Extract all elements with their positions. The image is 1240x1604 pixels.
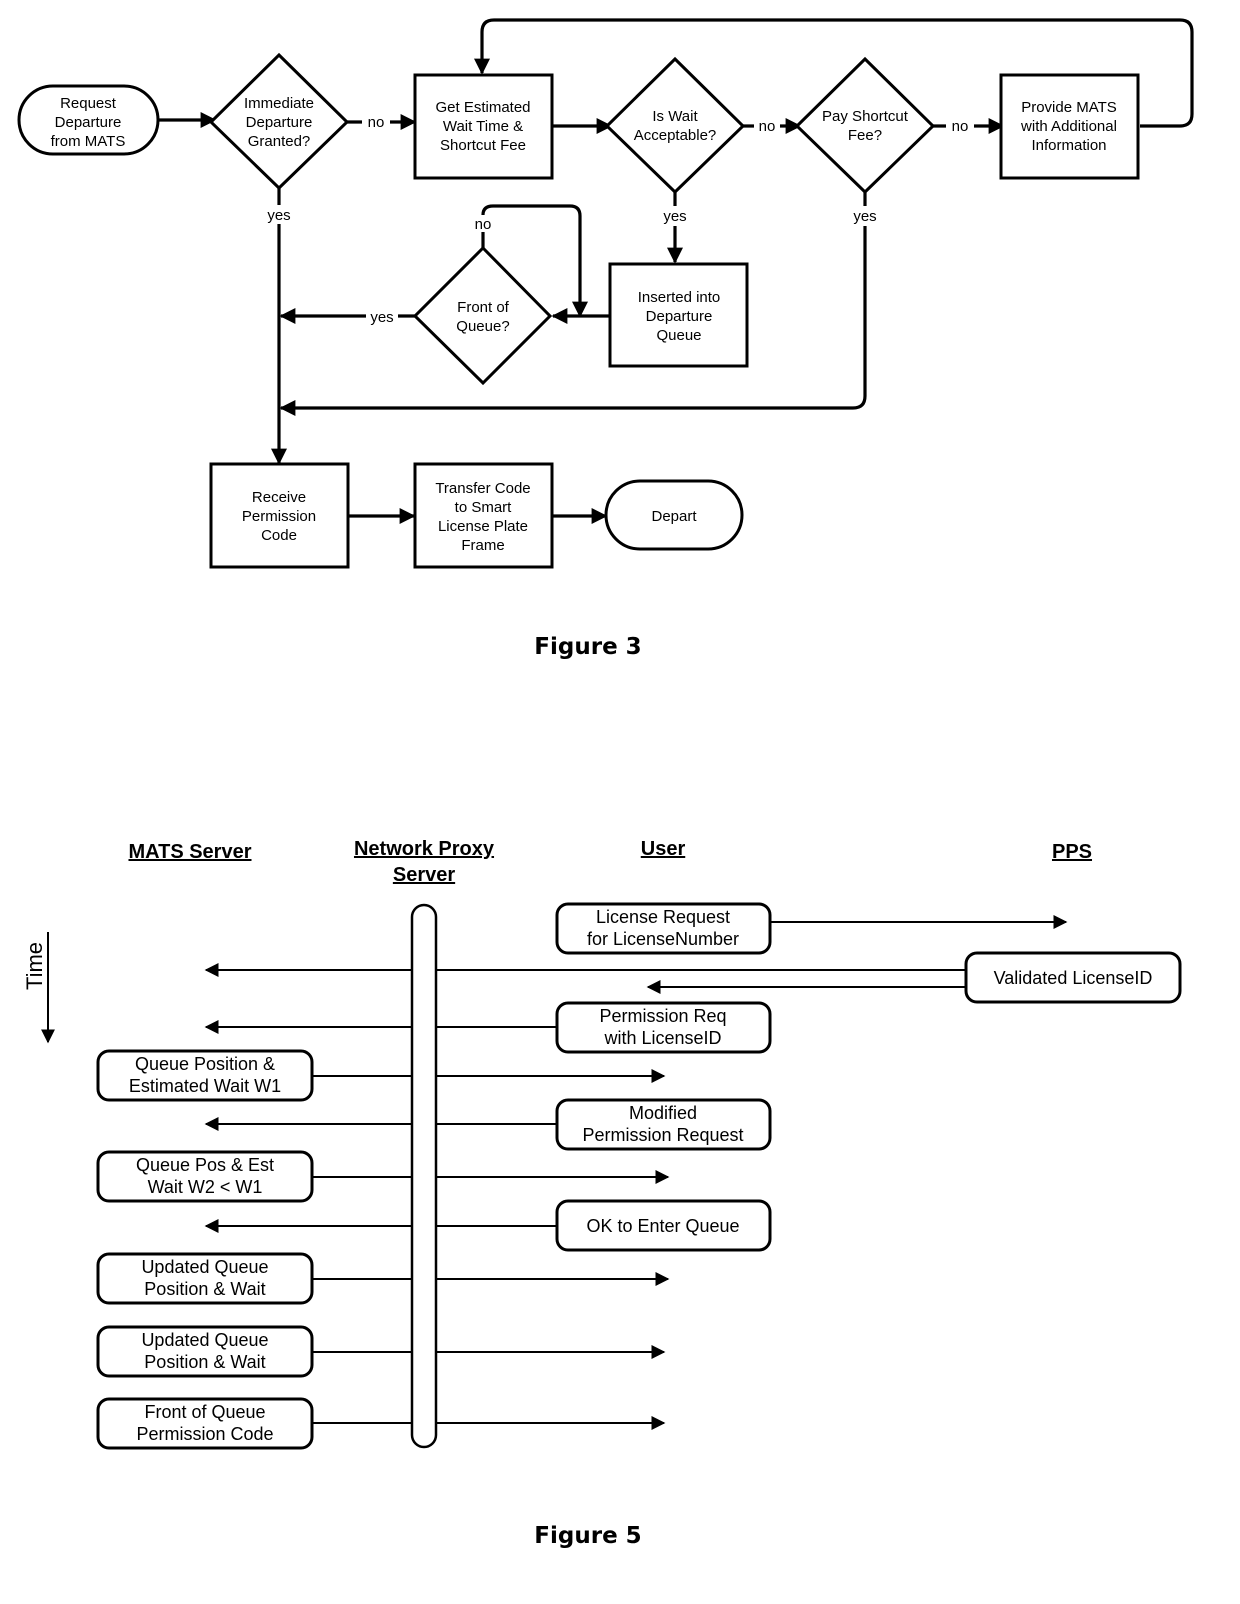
lane-header-pps: PPS bbox=[1052, 841, 1092, 863]
proxy-lifeline bbox=[410, 903, 438, 1449]
time-label: Time bbox=[22, 942, 47, 990]
msg-permission-req: Permission Req with LicenseID bbox=[555, 1001, 772, 1054]
figure-3-caption: Figure 3 bbox=[534, 634, 641, 660]
node-get-estimated-wait: Get Estimated Wait Time & Shortcut Fee bbox=[413, 73, 554, 180]
msg-queue-position-w2: Queue Pos & Est Wait W2 < W1 bbox=[96, 1150, 314, 1203]
label-wait-no: no bbox=[759, 118, 776, 135]
label-pay-yes: yes bbox=[853, 208, 876, 225]
node-depart: Depart bbox=[604, 479, 744, 551]
msg-modified-permission: Modified Permission Request bbox=[555, 1098, 772, 1151]
node-receive-permission-code: Receive Permission Code bbox=[209, 462, 350, 569]
label-front-yes: yes bbox=[370, 309, 393, 326]
figure-5-caption: Figure 5 bbox=[534, 1523, 641, 1549]
svg-text:Provide MATSwith AdditionalInf: Provide MATS with Additional Information bbox=[1020, 99, 1117, 154]
node-provide-mats-info: Provide MATS with Additional Information bbox=[999, 73, 1140, 180]
node-transfer-code: Transfer Code to Smart License Plate Frame bbox=[413, 462, 554, 569]
patent-figures: Request Departure from MATS Immediate Depar… bbox=[17, 18, 1194, 1549]
label-wait-yes: yes bbox=[663, 208, 686, 225]
svg-text:RequestDeparturefrom MATS: Request Departure from MATS bbox=[51, 95, 126, 150]
time-axis: Time bbox=[22, 932, 55, 1044]
node-wait-acceptable-decision: Is Wait Acceptable? bbox=[604, 56, 746, 195]
msg-queue-position-w1: Queue Position & Estimated Wait W1 bbox=[96, 1049, 314, 1102]
lane-header-user: User bbox=[641, 838, 686, 860]
label-pay-no: no bbox=[952, 118, 969, 135]
svg-text:Get EstimatedWait Time &Shortc: Get Estimated Wait Time & Shortcut Fee bbox=[435, 99, 530, 154]
svg-text:Depart: Depart bbox=[651, 508, 697, 525]
figure-3-flowchart: Request Departure from MATS Immediate Depar… bbox=[17, 18, 1194, 660]
msg-updated-queue-2: Updated Queue Position & Wait bbox=[96, 1325, 314, 1378]
label-front-no: no bbox=[475, 216, 492, 233]
msg-license-request: License Request for LicenseNumber bbox=[555, 902, 772, 955]
edge-pay-yes bbox=[281, 192, 867, 408]
svg-text:ImmediateDepartureGranted?: Immediate Departure Granted? bbox=[244, 95, 314, 150]
msg-updated-queue-1: Updated Queue Position & Wait bbox=[96, 1252, 314, 1305]
svg-text:OK to Enter Queue: OK to Enter Queue bbox=[586, 1216, 739, 1236]
node-front-of-queue-decision: Front of Queue? bbox=[412, 245, 553, 386]
lane-header-mats-server: MATS Server bbox=[128, 841, 251, 863]
node-pay-shortcut-decision: Pay Shortcut Fee? bbox=[794, 56, 936, 195]
msg-ok-enter-queue: OK to Enter Queue bbox=[555, 1199, 772, 1252]
node-immediate-departure-decision: Immediate Departure Granted? bbox=[208, 52, 350, 191]
svg-text:Validated LicenseID: Validated LicenseID bbox=[994, 968, 1153, 988]
node-inserted-into-queue: Inserted into Departure Queue bbox=[608, 262, 749, 368]
lane-header-network-proxy: Network Proxy Server bbox=[354, 838, 495, 886]
msg-front-of-queue-code: Front of Queue Permission Code bbox=[96, 1397, 314, 1450]
msg-validated-licenseid: Validated LicenseID bbox=[964, 951, 1182, 1004]
message-arrows bbox=[204, 915, 1068, 1430]
node-request-departure: Request Departure from MATS bbox=[17, 84, 160, 156]
label-immediate-no: no bbox=[368, 114, 385, 131]
label-immediate-yes: yes bbox=[267, 207, 290, 224]
figure-5-sequence-diagram: MATS Server Network Proxy Server User PPS… bbox=[22, 838, 1182, 1549]
